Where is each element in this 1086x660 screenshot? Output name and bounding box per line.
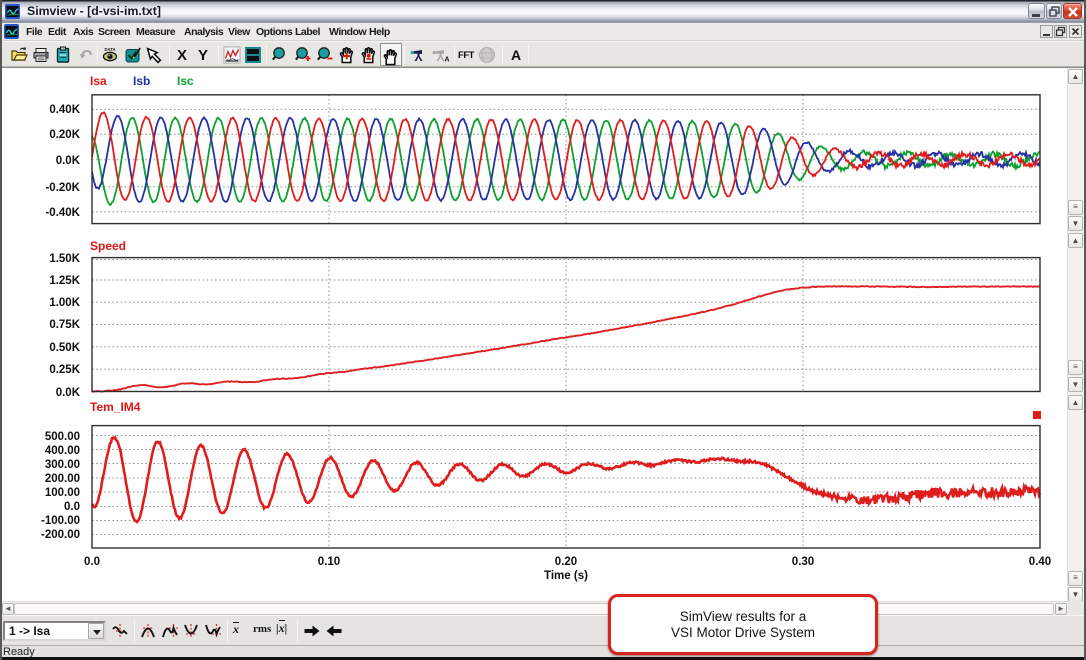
- svg-text:0.40K: 0.40K: [49, 104, 80, 116]
- svg-text:-200.00: -200.00: [41, 529, 80, 541]
- svg-text:-0.20K: -0.20K: [45, 182, 80, 194]
- svg-text:1.00K: 1.00K: [49, 297, 80, 309]
- svg-text:1.25K: 1.25K: [49, 275, 80, 287]
- svg-text:Time (s): Time (s): [544, 570, 588, 582]
- svg-text:0.0K: 0.0K: [56, 387, 81, 399]
- svg-text:0.30: 0.30: [792, 556, 814, 568]
- svg-text:-0.40K: -0.40K: [45, 207, 80, 219]
- svg-text:0.20: 0.20: [555, 556, 577, 568]
- svg-text:0.20K: 0.20K: [49, 129, 80, 141]
- svg-text:0.0: 0.0: [84, 556, 100, 568]
- svg-text:1.50K: 1.50K: [49, 253, 80, 265]
- svg-text:0.0K: 0.0K: [56, 155, 81, 167]
- svg-text:400.00: 400.00: [45, 445, 80, 457]
- svg-text:Y: Y: [198, 47, 208, 64]
- svg-text:100.00: 100.00: [45, 487, 80, 499]
- svg-text:0.75K: 0.75K: [49, 319, 80, 331]
- svg-text:X: X: [177, 47, 187, 64]
- svg-text:FFT: FFT: [458, 50, 475, 61]
- svg-text:0.50K: 0.50K: [49, 342, 80, 354]
- svg-text:500.00: 500.00: [45, 431, 80, 443]
- svg-text:-100.00: -100.00: [41, 515, 80, 527]
- svg-text:300.00: 300.00: [45, 459, 80, 471]
- svg-text:0.40: 0.40: [1029, 556, 1051, 568]
- svg-text:DATA: DATA: [104, 47, 115, 52]
- svg-text:0.10: 0.10: [318, 556, 340, 568]
- svg-text:A: A: [511, 47, 521, 63]
- svg-text:0.25K: 0.25K: [49, 364, 80, 376]
- svg-text:200.00: 200.00: [45, 473, 80, 485]
- svg-text:0.0: 0.0: [64, 501, 80, 513]
- svg-text:A: A: [445, 57, 450, 64]
